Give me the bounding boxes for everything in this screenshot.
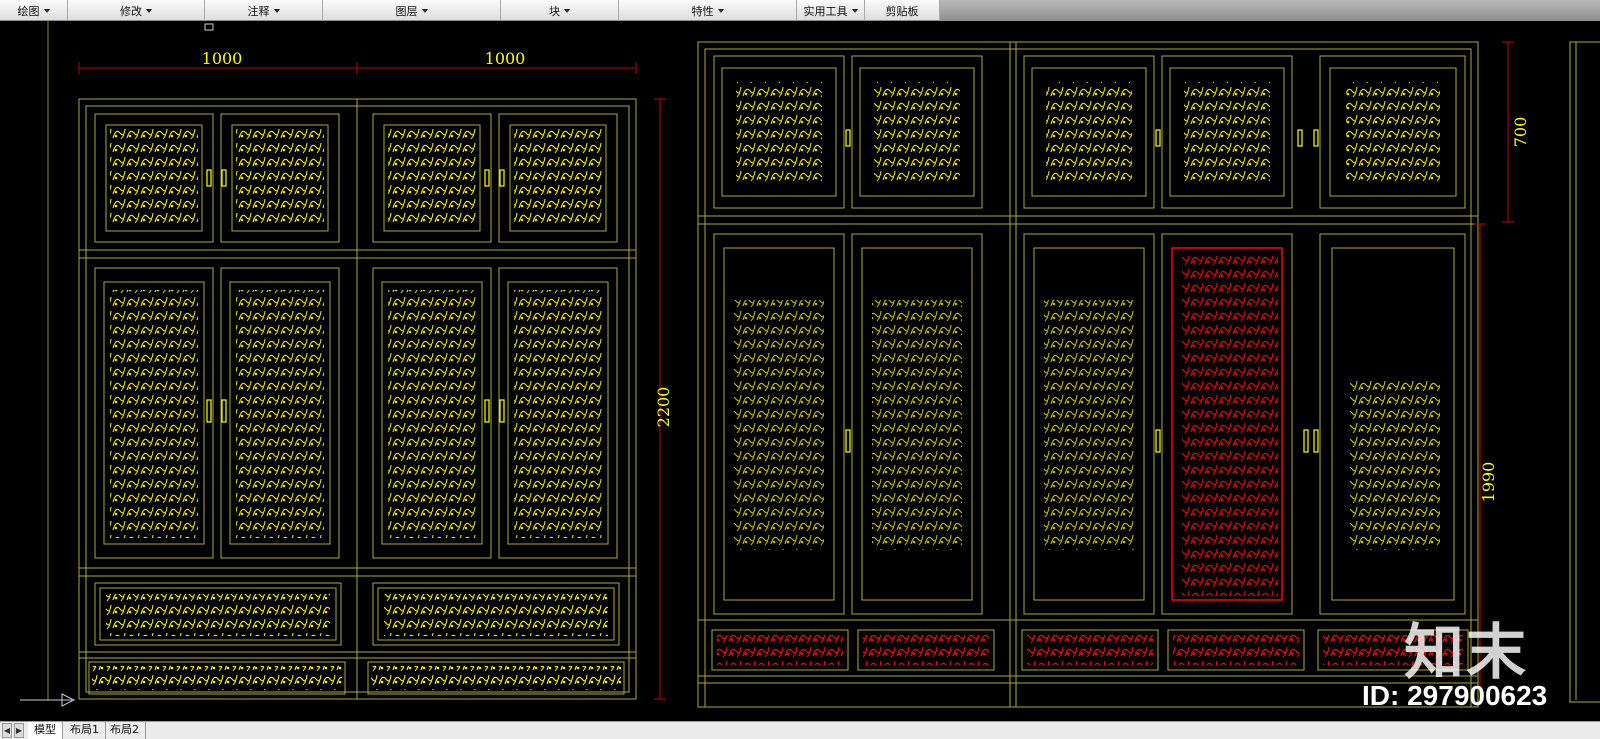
partial-cabinet (1569, 41, 1600, 703)
panel-utilities-label: 实用工具 (803, 4, 848, 18)
panel-properties-label: 特性 (691, 4, 714, 18)
watermark-id: ID: 297900623 (1362, 680, 1548, 711)
panel-draw-label: 绘图 (17, 4, 40, 18)
chevron-down-icon (146, 8, 152, 13)
dim-right-top-height: 700 (1511, 117, 1530, 148)
tab-next-icon[interactable]: ▶ (14, 723, 24, 738)
ucs-marker (204, 23, 214, 31)
ribbon-panels: 绘图 修改 注释 图层 块 特性 实用工具 剪贴板 (0, 0, 940, 21)
panel-modify-label: 修改 (120, 4, 142, 18)
tab-layout1[interactable]: 布局1 (64, 722, 106, 739)
model-space-canvas[interactable]: 1000 1000 2200 700 1990 (0, 21, 1600, 721)
panel-clipboard[interactable]: 剪贴板 (865, 0, 940, 21)
panel-modify[interactable]: 修改 (68, 0, 205, 21)
panel-layers[interactable]: 图层 (323, 0, 501, 21)
chevron-down-icon (43, 8, 50, 13)
chevron-down-icon (273, 8, 280, 13)
chevron-down-icon (564, 8, 570, 13)
panel-utilities[interactable]: 实用工具 (797, 0, 865, 21)
ribbon-panel-bar: 绘图 修改 注释 图层 块 特性 实用工具 剪贴板 (0, 0, 1600, 21)
panel-annotate[interactable]: 注释 (205, 0, 323, 21)
dim-left-height: 2200 (654, 387, 673, 428)
layout-tab-bar: ◀ ▶ 模型 布局1 布局2 (0, 721, 1600, 739)
panel-block-label: 块 (549, 4, 560, 18)
right-carvings (717, 82, 1463, 665)
panel-layers-label: 图层 (395, 4, 418, 18)
cad-drawing: 1000 1000 2200 700 1990 (20, 21, 1600, 708)
panel-clipboard-label: 剪贴板 (885, 4, 919, 18)
dim-left-width-a: 1000 (202, 49, 243, 68)
panel-draw[interactable]: 绘图 (0, 0, 68, 21)
chevron-down-icon (717, 8, 724, 13)
dim-left-width-b: 1000 (485, 49, 526, 68)
tab-model[interactable]: 模型 (28, 722, 63, 739)
watermark-logo: 知末 (1404, 618, 1528, 688)
ribbon-filler (940, 0, 1600, 21)
dim-right-lower-height: 1990 (1479, 462, 1498, 503)
chevron-down-icon (851, 8, 858, 13)
panel-annotate-label: 注释 (247, 4, 270, 18)
right-dimensions (1474, 41, 1514, 700)
tab-layout2[interactable]: 布局2 (104, 722, 146, 739)
tab-prev-icon[interactable]: ◀ (2, 723, 12, 738)
chevron-down-icon (421, 8, 428, 13)
panel-block[interactable]: 块 (501, 0, 619, 21)
ucs-icon (20, 693, 76, 707)
panel-properties[interactable]: 特性 (619, 0, 797, 21)
